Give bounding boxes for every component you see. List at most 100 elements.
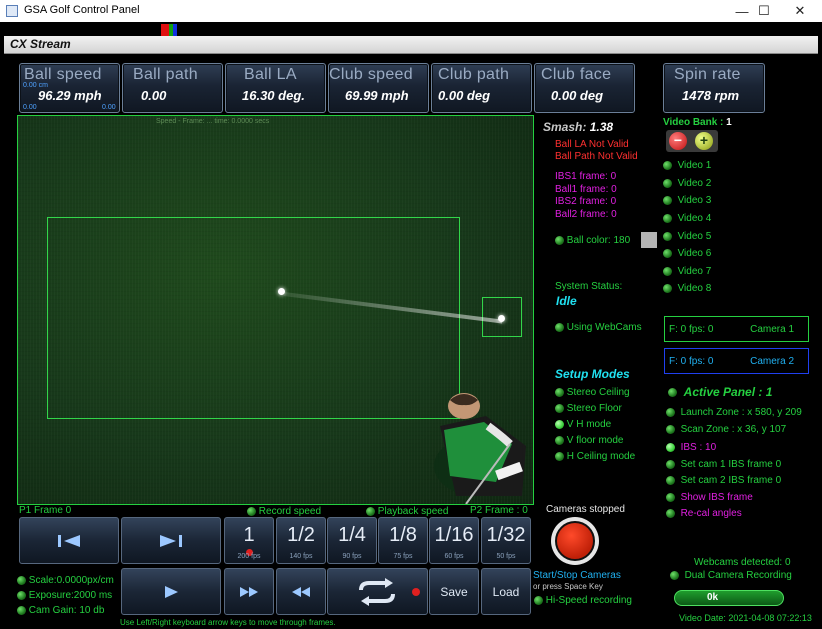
speed-1-button[interactable]: 1 200 fps — [224, 517, 274, 564]
video-item-2[interactable]: Video 2 — [663, 178, 711, 189]
video-bank-controls: − + — [666, 130, 718, 152]
camera-2-box[interactable]: F: 0 fps: 0 Camera 2 — [664, 348, 809, 374]
loop-button[interactable] — [327, 568, 428, 615]
video-led — [663, 160, 672, 170]
video-item-7[interactable]: Video 7 — [663, 266, 711, 277]
show-ibs-frame-row[interactable]: Show IBS frame — [666, 492, 753, 503]
metric-label: Club face — [541, 66, 612, 83]
recal-angles-row[interactable]: Re-cal angles — [666, 508, 742, 519]
hi-speed-row[interactable]: Hi-Speed recording — [534, 595, 632, 606]
mode-label: H Ceiling mode — [566, 451, 636, 462]
speed-1-16-button[interactable]: 1/16 60 fps — [429, 517, 479, 564]
save-button[interactable]: Save — [429, 568, 479, 615]
smash-row: Smash: 1.38 — [543, 120, 613, 134]
video-date: Video Date: 2021-04-08 07:22:13 — [679, 613, 812, 623]
exposure-led — [17, 590, 26, 600]
metric-label: Club speed — [329, 66, 413, 83]
video-item-4[interactable]: Video 4 — [663, 213, 711, 224]
video-led — [663, 231, 672, 241]
start-stop-cameras-button[interactable] — [551, 517, 599, 565]
dual-camera-row[interactable]: Dual Camera Recording — [670, 570, 792, 581]
metric-value: 0.00 deg — [438, 88, 491, 103]
dual-camera-led — [670, 570, 679, 580]
ibs-led — [666, 442, 675, 452]
mode-led — [555, 387, 564, 397]
webcams-led — [555, 322, 564, 332]
speed-fps: 60 fps — [444, 553, 464, 560]
speed-label: 1/2 — [287, 524, 315, 546]
scan-zone-row[interactable]: Scan Zone : x 36, y 107 — [666, 424, 786, 435]
metric-ball-la: Ball LA 16.30 deg. — [225, 63, 326, 113]
video-bank-minus-button[interactable]: − — [669, 132, 687, 150]
video-view[interactable]: Speed - Frame: ... time: 0.0000 secs — [17, 115, 534, 505]
speed-label: 1 — [243, 524, 255, 546]
ball2-frame: Ball2 frame: 0 — [555, 209, 617, 220]
video-led — [663, 248, 672, 258]
metric-ball-path: Ball path 0.00 — [122, 63, 223, 113]
speed-label: 1/8 — [389, 524, 417, 546]
speed-1-8-button[interactable]: 1/8 75 fps — [378, 517, 428, 564]
video-label: Video 1 — [677, 160, 712, 171]
ball-color-swatch[interactable] — [641, 232, 657, 248]
using-webcams-row[interactable]: Using WebCams — [555, 322, 642, 333]
video-item-5[interactable]: Video 5 — [663, 231, 711, 242]
scan-zone-text: Scan Zone : x 36, y 107 — [680, 424, 787, 435]
scale-led — [17, 575, 26, 585]
exposure-row: Exposure:2000 ms — [17, 590, 112, 601]
system-status-value: Idle — [556, 294, 577, 308]
play-icon — [165, 585, 178, 598]
video-led — [663, 213, 672, 223]
speed-label: 1/32 — [486, 524, 526, 546]
video-item-6[interactable]: Video 6 — [663, 248, 711, 259]
setup-mode-vh[interactable]: V H mode — [555, 419, 611, 430]
launch-zone-text: Launch Zone : x 580, y 209 — [680, 407, 802, 418]
fast-forward-button[interactable] — [224, 568, 274, 615]
video-item-1[interactable]: Video 1 — [663, 160, 711, 171]
video-bank-plus-button[interactable]: + — [695, 132, 713, 150]
set-cam1-ibs-row[interactable]: Set cam 1 IBS frame 0 — [666, 459, 781, 470]
camera-1-box[interactable]: F: 0 fps: 0 Camera 1 — [664, 316, 809, 342]
record-speed-led — [247, 506, 256, 516]
scan-zone-box[interactable] — [47, 217, 460, 419]
speed-fps: 75 fps — [393, 553, 413, 560]
first-frame-button[interactable] — [19, 517, 119, 564]
camera-1-fps: F: 0 fps: 0 — [669, 324, 714, 335]
ibs-row[interactable]: IBS : 10 — [666, 442, 716, 453]
setup-mode-stereo-ceiling[interactable]: Stereo Ceiling — [555, 387, 630, 398]
load-button[interactable]: Load — [481, 568, 531, 615]
play-button[interactable] — [121, 568, 221, 615]
rewind-icon — [292, 586, 310, 597]
video-item-3[interactable]: Video 3 — [663, 195, 711, 206]
setup-mode-h-ceiling[interactable]: H Ceiling mode — [555, 451, 635, 462]
ball-color-text: Ball color: 180 — [566, 235, 631, 246]
set-cam2-ibs-row[interactable]: Set cam 2 IBS frame 0 — [666, 475, 781, 486]
rewind-button[interactable] — [276, 568, 326, 615]
active-panel-title: Active Panel : 1 — [683, 385, 773, 399]
setup-mode-v-floor[interactable]: V floor mode — [555, 435, 623, 446]
golfer-image — [434, 393, 526, 504]
metric-label: Ball path — [133, 66, 198, 83]
ball-path-invalid: Ball Path Not Valid — [555, 151, 638, 162]
video-label: Video 5 — [677, 231, 712, 242]
close-button[interactable]: ✕ — [778, 0, 822, 22]
set-cam2-text: Set cam 2 IBS frame 0 — [680, 475, 782, 486]
mode-label: V H mode — [566, 419, 612, 430]
smash-label: Smash: — [543, 120, 587, 134]
p2-frame: P2 Frame : 0 — [470, 505, 528, 516]
video-item-8[interactable]: Video 8 — [663, 283, 711, 294]
setup-mode-stereo-floor[interactable]: Stereo Floor — [555, 403, 622, 414]
launch-zone-row[interactable]: Launch Zone : x 580, y 209 — [666, 407, 802, 418]
ball-speed-left: 0.00 — [23, 104, 37, 111]
speed-1-32-button[interactable]: 1/32 50 fps — [481, 517, 531, 564]
speed-fps: 200 fps — [237, 553, 261, 560]
mode-led — [555, 435, 564, 445]
last-frame-button[interactable] — [121, 517, 221, 564]
speed-1-4-button[interactable]: 1/4 90 fps — [327, 517, 377, 564]
metric-value: 0.00 — [141, 88, 167, 103]
window-titlebar: GSA Golf Control Panel — ☐ ✕ — [0, 0, 822, 22]
ok-button[interactable]: 0k — [674, 590, 784, 606]
video-label: Video 6 — [677, 248, 712, 259]
speed-1-2-button[interactable]: 1/2 140 fps — [276, 517, 326, 564]
video-label: Video 3 — [677, 195, 712, 206]
scale-text: Scale:0.0000px/cm — [28, 575, 114, 586]
